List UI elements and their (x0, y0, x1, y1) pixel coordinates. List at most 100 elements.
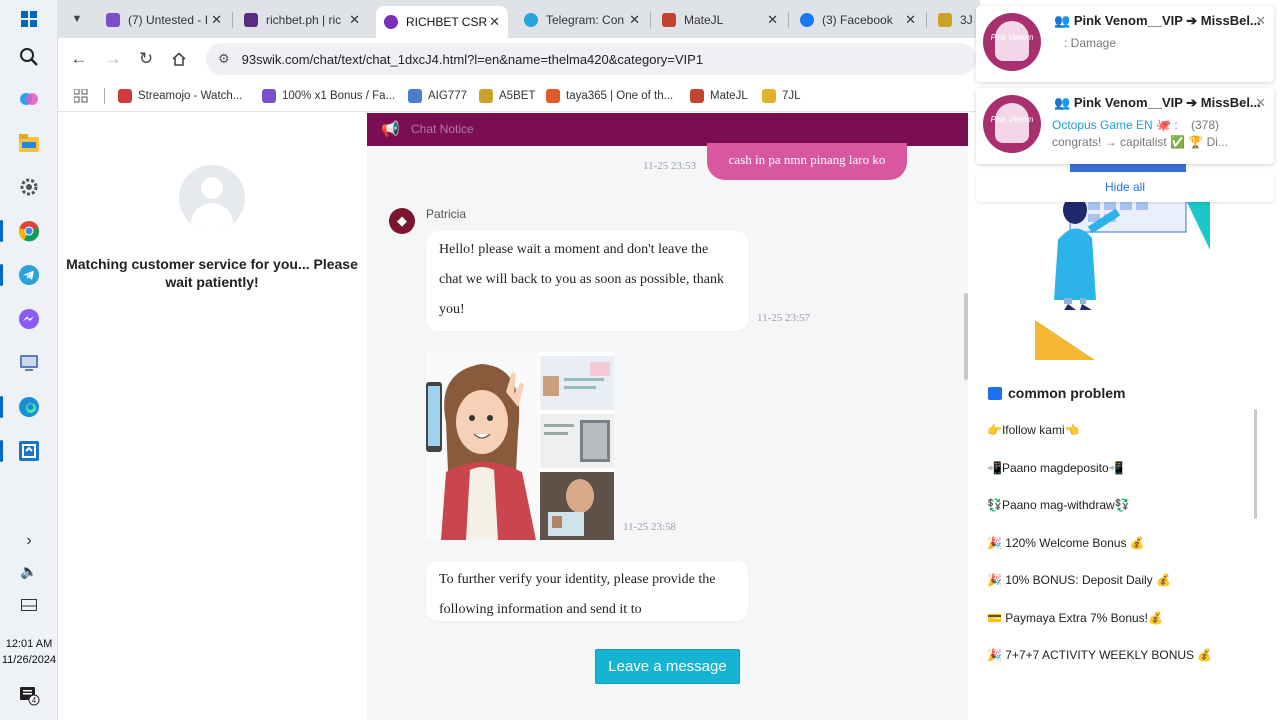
tab-favicon-icon (662, 13, 676, 27)
avatar-placeholder-icon (179, 165, 245, 231)
tab-title: richbet.ph | ric (266, 13, 342, 27)
notification-card[interactable]: Pink Venom 👥 Pink Venom__VIP ➔ MissBel..… (976, 6, 1274, 82)
tab-richbet-csr[interactable]: RICHBET CSR ✕ (376, 6, 508, 38)
qr-code-image (540, 414, 614, 468)
bookmark-bonus[interactable]: 100% x1 Bonus / Fa... (262, 86, 395, 106)
agent-name: Patricia (426, 207, 467, 221)
tab-untested[interactable]: (7) Untested - I ✕ (98, 6, 230, 34)
remote-app-icon[interactable] (14, 436, 44, 466)
speaker-icon[interactable]: 🔈 (14, 556, 44, 586)
notification-center-icon[interactable]: 4 (14, 680, 44, 710)
messenger-icon[interactable] (14, 304, 44, 334)
faq-item[interactable]: 📲Paano magdeposito📲 (987, 461, 1124, 475)
bookmark-a5bet[interactable]: A5BET (479, 86, 535, 106)
faq-scrollbar[interactable] (1254, 409, 1257, 519)
announcement-banner[interactable]: 📢 Chat Notice (367, 113, 968, 146)
tab-close-icon[interactable]: ✕ (767, 12, 778, 28)
bookmark-streamojo[interactable]: Streamojo - Watch... (118, 86, 242, 106)
notification-card[interactable]: Pink Venom 👥 Pink Venom__VIP ➔ MissBel..… (976, 88, 1274, 164)
close-icon[interactable]: ✕ (1255, 13, 1266, 29)
file-explorer-icon[interactable] (14, 128, 44, 158)
clock[interactable]: 12:01 AM 11/26/2024 (0, 636, 58, 668)
bookmark-label: A5BET (499, 90, 536, 102)
copilot-icon[interactable] (14, 84, 44, 114)
tab-search-icon[interactable]: ▼ (64, 6, 90, 32)
faq-item[interactable]: 🎉 7+7+7 ACTIVITY WEEKLY BONUS 💰 (987, 648, 1212, 662)
notification-title: 👥 Pink Venom__VIP ➔ MissBel... (1054, 95, 1261, 110)
forward-arrow-icon[interactable]: → (100, 46, 126, 72)
tab-favicon-icon (938, 13, 952, 27)
tab-title: Telegram: Con (546, 13, 625, 27)
message-timestamp: 11-25 23:58 (623, 521, 677, 533)
tab-favicon-icon (524, 13, 538, 27)
settings-gear-icon[interactable] (14, 172, 44, 202)
tab-matejl[interactable]: MateJL ✕ (654, 6, 786, 34)
agent-image-message[interactable] (426, 352, 614, 540)
telegram-icon[interactable] (14, 260, 44, 290)
bookmark-favicon-icon (262, 89, 276, 103)
tab-strip: ▼ (7) Untested - I ✕ richbet.ph | ric ✕ … (58, 0, 980, 38)
leave-message-button[interactable]: Leave a message (595, 649, 740, 684)
faq-item[interactable]: 👉Ifollow kami👈 (987, 423, 1080, 437)
site-settings-icon[interactable]: ⚙ (218, 51, 230, 67)
tab-close-icon[interactable]: ✕ (211, 12, 222, 28)
faq-item[interactable]: 💱Paano mag-withdraw💱 (987, 498, 1130, 512)
tab-favicon-icon (800, 13, 814, 27)
bookmark-label: MateJL (710, 90, 748, 102)
chrome-icon[interactable] (14, 216, 44, 246)
agent-message-bubble: Hello! please wait a moment and don't le… (426, 231, 748, 331)
close-icon[interactable]: ✕ (1255, 95, 1266, 111)
bookmark-aig777[interactable]: AIG777 (408, 86, 467, 106)
group-link[interactable]: Octopus Game EN 🐙 : (1052, 118, 1178, 132)
tab-separator (650, 12, 651, 28)
tab-favicon-icon (106, 13, 120, 27)
network-monitor-icon[interactable] (14, 348, 44, 378)
faq-item[interactable]: 🎉 120% Welcome Bonus 💰 (987, 536, 1145, 550)
bookmark-favicon-icon (408, 89, 422, 103)
bookmark-taya365[interactable]: taya365 | One of th... (546, 86, 673, 106)
tab-close-icon[interactable]: ✕ (629, 12, 640, 28)
agent-message-bubble: To further verify your identity, please … (426, 561, 748, 621)
tab-close-icon[interactable]: ✕ (489, 14, 500, 30)
apps-grid-icon[interactable] (74, 86, 88, 106)
faq-item[interactable]: 🎉 10% BONUS: Deposit Daily 💰 (987, 573, 1171, 587)
bookmark-separator (104, 88, 105, 104)
tab-close-icon[interactable]: ✕ (905, 12, 916, 28)
common-problem-title: common problem (1008, 385, 1126, 401)
tab-separator (788, 12, 789, 28)
tab-3j[interactable]: 3J (930, 6, 980, 34)
tab-facebook[interactable]: (3) Facebook ✕ (792, 6, 924, 34)
common-problem-heading: common problem (988, 385, 1125, 401)
bookmark-favicon-icon (762, 89, 776, 103)
bookmark-favicon-icon (118, 89, 132, 103)
windows-start-icon[interactable] (14, 4, 44, 34)
bookmarks-bar: Streamojo - Watch... 100% x1 Bonus / Fa.… (58, 80, 980, 112)
tab-telegram[interactable]: Telegram: Con ✕ (516, 6, 648, 34)
notification-title-text: Pink Venom__VIP ➔ MissBel... (1073, 95, 1261, 110)
active-app-indicator (0, 440, 3, 462)
tab-richbet[interactable]: richbet.ph | ric ✕ (236, 6, 368, 34)
chevron-right-icon[interactable]: › (14, 526, 44, 556)
faq-item[interactable]: 💳 Paymaya Extra 7% Bonus!💰 (987, 611, 1163, 625)
notification-message: : Damage (1064, 36, 1117, 50)
user-message-bubble: cash in pa nmn pinang laro ko (707, 143, 907, 180)
tab-title: (7) Untested - I (128, 13, 209, 27)
back-arrow-icon[interactable]: ← (66, 46, 92, 72)
bookmark-label: 7JL (782, 90, 801, 102)
search-icon[interactable] (14, 42, 44, 72)
tab-close-icon[interactable]: ✕ (349, 12, 360, 28)
notification-title-text: Pink Venom__VIP ➔ MissBel... (1073, 13, 1261, 28)
pink-venom-avatar: Pink Venom (983, 13, 1041, 71)
desktop-icon[interactable] (14, 590, 44, 620)
bookmark-matejl[interactable]: MateJL (690, 86, 748, 106)
reload-icon[interactable]: ↻ (133, 46, 159, 72)
hide-all-button[interactable]: Hide all (976, 172, 1274, 202)
bookmark-7jl[interactable]: 7JL (762, 86, 801, 106)
screen: › 🔈 12:01 AM 11/26/2024 4 ▼ (7) Untested… (0, 0, 1280, 720)
avatar-brand-text: Pink Venom (990, 115, 1034, 124)
home-icon[interactable] (166, 46, 192, 72)
edge-icon[interactable] (14, 392, 44, 422)
id-card-image (540, 356, 614, 410)
address-bar[interactable]: ⚙ 93swik.com/chat/text/chat_1dxcJ4.html?… (206, 43, 976, 75)
active-app-indicator (0, 220, 3, 242)
